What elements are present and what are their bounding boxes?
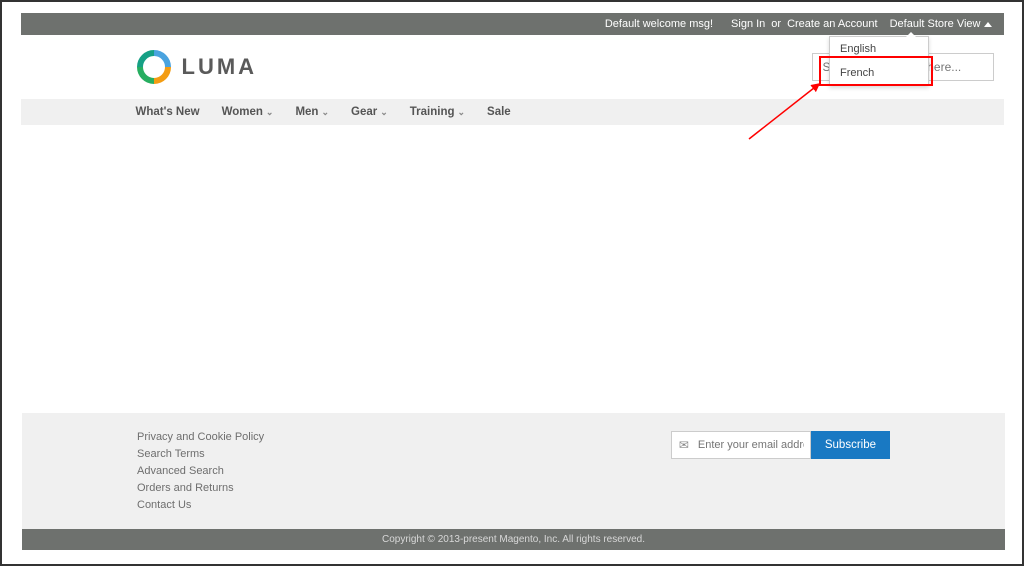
dropdown-item-english[interactable]: English: [830, 37, 928, 61]
store-view-label: Default Store View: [890, 18, 981, 30]
subscribe-button[interactable]: Subscribe: [811, 431, 890, 459]
logo-text: LUMA: [182, 54, 258, 80]
footer-link-advanced[interactable]: Advanced Search: [137, 465, 264, 477]
top-bar: Default welcome msg! Sign In or Create a…: [21, 13, 1004, 35]
footer-link-contact[interactable]: Contact Us: [137, 499, 264, 511]
nav-men[interactable]: Men⌄: [295, 106, 329, 118]
nav-training[interactable]: Training⌄: [410, 106, 465, 118]
footer: Privacy and Cookie Policy Search Terms A…: [22, 413, 1005, 550]
copyright: Copyright © 2013-present Magento, Inc. A…: [22, 529, 1005, 550]
main-nav: What's New Women⌄ Men⌄ Gear⌄ Training⌄ S…: [21, 99, 1004, 125]
footer-links: Privacy and Cookie Policy Search Terms A…: [137, 431, 264, 511]
footer-link-privacy[interactable]: Privacy and Cookie Policy: [137, 431, 264, 443]
envelope-icon: ✉: [679, 438, 689, 452]
create-account-link[interactable]: Create an Account: [787, 18, 878, 30]
sign-in-link[interactable]: Sign In: [731, 18, 765, 30]
newsletter-input[interactable]: [671, 431, 811, 459]
nav-women[interactable]: Women⌄: [222, 106, 274, 118]
chevron-down-icon: ⌄: [458, 107, 466, 118]
chevron-down-icon: ⌄: [321, 107, 329, 118]
footer-link-search-terms[interactable]: Search Terms: [137, 448, 264, 460]
nav-gear[interactable]: Gear⌄: [351, 106, 388, 118]
nav-sale[interactable]: Sale: [487, 106, 511, 118]
logo-mark-icon: [136, 49, 172, 85]
store-view-dropdown: English French: [829, 36, 929, 86]
chevron-up-icon: [984, 18, 992, 30]
footer-link-orders[interactable]: Orders and Returns: [137, 482, 264, 494]
chevron-down-icon: ⌄: [266, 107, 274, 118]
logo[interactable]: LUMA: [136, 49, 258, 85]
chevron-down-icon: ⌄: [380, 107, 388, 118]
or-text: or: [771, 18, 781, 30]
footer-main: Privacy and Cookie Policy Search Terms A…: [22, 413, 1005, 529]
store-view-switcher[interactable]: Default Store View: [890, 18, 992, 30]
nav-whats-new[interactable]: What's New: [136, 106, 200, 118]
dropdown-item-french[interactable]: French: [830, 61, 928, 85]
welcome-msg: Default welcome msg!: [605, 18, 713, 30]
newsletter: ✉ Subscribe: [671, 431, 890, 459]
